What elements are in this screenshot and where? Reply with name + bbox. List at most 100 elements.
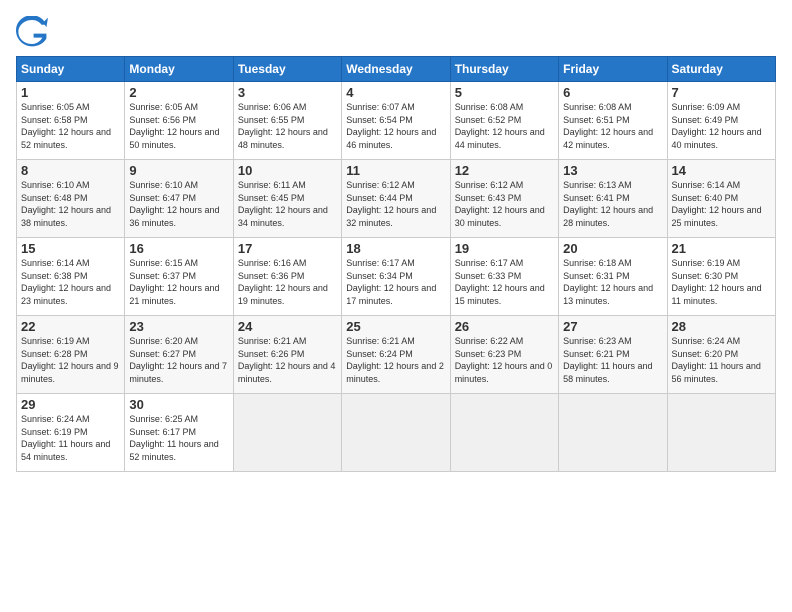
calendar-header-saturday: Saturday xyxy=(667,57,775,82)
day-info: Sunrise: 6:14 AMSunset: 6:38 PMDaylight:… xyxy=(21,258,111,306)
day-info: Sunrise: 6:17 AMSunset: 6:34 PMDaylight:… xyxy=(346,258,436,306)
day-number: 19 xyxy=(455,241,554,256)
day-number: 17 xyxy=(238,241,337,256)
calendar-cell: 24 Sunrise: 6:21 AMSunset: 6:26 PMDaylig… xyxy=(233,316,341,394)
calendar-header-friday: Friday xyxy=(559,57,667,82)
day-number: 21 xyxy=(672,241,771,256)
day-number: 9 xyxy=(129,163,228,178)
header xyxy=(16,16,776,48)
calendar-cell xyxy=(667,394,775,472)
calendar-cell: 6 Sunrise: 6:08 AMSunset: 6:51 PMDayligh… xyxy=(559,82,667,160)
day-info: Sunrise: 6:24 AMSunset: 6:20 PMDaylight:… xyxy=(672,336,761,384)
calendar-cell: 2 Sunrise: 6:05 AMSunset: 6:56 PMDayligh… xyxy=(125,82,233,160)
day-number: 23 xyxy=(129,319,228,334)
day-number: 22 xyxy=(21,319,120,334)
day-info: Sunrise: 6:10 AMSunset: 6:47 PMDaylight:… xyxy=(129,180,219,228)
day-number: 11 xyxy=(346,163,445,178)
day-number: 27 xyxy=(563,319,662,334)
day-info: Sunrise: 6:19 AMSunset: 6:28 PMDaylight:… xyxy=(21,336,119,384)
day-info: Sunrise: 6:19 AMSunset: 6:30 PMDaylight:… xyxy=(672,258,762,306)
calendar-cell: 11 Sunrise: 6:12 AMSunset: 6:44 PMDaylig… xyxy=(342,160,450,238)
calendar-cell: 27 Sunrise: 6:23 AMSunset: 6:21 PMDaylig… xyxy=(559,316,667,394)
day-info: Sunrise: 6:23 AMSunset: 6:21 PMDaylight:… xyxy=(563,336,652,384)
calendar-cell xyxy=(342,394,450,472)
day-info: Sunrise: 6:12 AMSunset: 6:43 PMDaylight:… xyxy=(455,180,545,228)
logo-icon xyxy=(16,16,48,48)
calendar-cell: 5 Sunrise: 6:08 AMSunset: 6:52 PMDayligh… xyxy=(450,82,558,160)
day-number: 16 xyxy=(129,241,228,256)
calendar-cell: 30 Sunrise: 6:25 AMSunset: 6:17 PMDaylig… xyxy=(125,394,233,472)
day-info: Sunrise: 6:05 AMSunset: 6:56 PMDaylight:… xyxy=(129,102,219,150)
day-number: 29 xyxy=(21,397,120,412)
day-info: Sunrise: 6:14 AMSunset: 6:40 PMDaylight:… xyxy=(672,180,762,228)
day-info: Sunrise: 6:11 AMSunset: 6:45 PMDaylight:… xyxy=(238,180,328,228)
day-number: 28 xyxy=(672,319,771,334)
day-info: Sunrise: 6:15 AMSunset: 6:37 PMDaylight:… xyxy=(129,258,219,306)
calendar-cell: 7 Sunrise: 6:09 AMSunset: 6:49 PMDayligh… xyxy=(667,82,775,160)
calendar-table: SundayMondayTuesdayWednesdayThursdayFrid… xyxy=(16,56,776,472)
calendar-cell: 4 Sunrise: 6:07 AMSunset: 6:54 PMDayligh… xyxy=(342,82,450,160)
day-info: Sunrise: 6:16 AMSunset: 6:36 PMDaylight:… xyxy=(238,258,328,306)
day-number: 13 xyxy=(563,163,662,178)
day-number: 26 xyxy=(455,319,554,334)
day-number: 2 xyxy=(129,85,228,100)
calendar-cell: 13 Sunrise: 6:13 AMSunset: 6:41 PMDaylig… xyxy=(559,160,667,238)
day-number: 4 xyxy=(346,85,445,100)
day-info: Sunrise: 6:18 AMSunset: 6:31 PMDaylight:… xyxy=(563,258,653,306)
day-info: Sunrise: 6:21 AMSunset: 6:26 PMDaylight:… xyxy=(238,336,336,384)
day-info: Sunrise: 6:09 AMSunset: 6:49 PMDaylight:… xyxy=(672,102,762,150)
day-info: Sunrise: 6:13 AMSunset: 6:41 PMDaylight:… xyxy=(563,180,653,228)
day-number: 5 xyxy=(455,85,554,100)
calendar-header-row: SundayMondayTuesdayWednesdayThursdayFrid… xyxy=(17,57,776,82)
day-number: 8 xyxy=(21,163,120,178)
day-number: 15 xyxy=(21,241,120,256)
logo xyxy=(16,16,52,48)
calendar-cell: 16 Sunrise: 6:15 AMSunset: 6:37 PMDaylig… xyxy=(125,238,233,316)
calendar-cell: 25 Sunrise: 6:21 AMSunset: 6:24 PMDaylig… xyxy=(342,316,450,394)
calendar-body: 1 Sunrise: 6:05 AMSunset: 6:58 PMDayligh… xyxy=(17,82,776,472)
day-number: 3 xyxy=(238,85,337,100)
day-number: 12 xyxy=(455,163,554,178)
day-info: Sunrise: 6:17 AMSunset: 6:33 PMDaylight:… xyxy=(455,258,545,306)
calendar-week-1: 1 Sunrise: 6:05 AMSunset: 6:58 PMDayligh… xyxy=(17,82,776,160)
calendar-cell: 8 Sunrise: 6:10 AMSunset: 6:48 PMDayligh… xyxy=(17,160,125,238)
calendar-week-4: 22 Sunrise: 6:19 AMSunset: 6:28 PMDaylig… xyxy=(17,316,776,394)
calendar-week-3: 15 Sunrise: 6:14 AMSunset: 6:38 PMDaylig… xyxy=(17,238,776,316)
day-info: Sunrise: 6:07 AMSunset: 6:54 PMDaylight:… xyxy=(346,102,436,150)
day-info: Sunrise: 6:08 AMSunset: 6:51 PMDaylight:… xyxy=(563,102,653,150)
calendar-cell xyxy=(233,394,341,472)
calendar-cell: 1 Sunrise: 6:05 AMSunset: 6:58 PMDayligh… xyxy=(17,82,125,160)
day-number: 6 xyxy=(563,85,662,100)
calendar-cell: 23 Sunrise: 6:20 AMSunset: 6:27 PMDaylig… xyxy=(125,316,233,394)
calendar-cell: 20 Sunrise: 6:18 AMSunset: 6:31 PMDaylig… xyxy=(559,238,667,316)
day-info: Sunrise: 6:05 AMSunset: 6:58 PMDaylight:… xyxy=(21,102,111,150)
calendar-header-thursday: Thursday xyxy=(450,57,558,82)
calendar-cell: 14 Sunrise: 6:14 AMSunset: 6:40 PMDaylig… xyxy=(667,160,775,238)
calendar-header-tuesday: Tuesday xyxy=(233,57,341,82)
day-number: 1 xyxy=(21,85,120,100)
calendar-cell: 22 Sunrise: 6:19 AMSunset: 6:28 PMDaylig… xyxy=(17,316,125,394)
calendar-cell: 29 Sunrise: 6:24 AMSunset: 6:19 PMDaylig… xyxy=(17,394,125,472)
day-number: 20 xyxy=(563,241,662,256)
page-container: SundayMondayTuesdayWednesdayThursdayFrid… xyxy=(0,0,792,480)
calendar-header-sunday: Sunday xyxy=(17,57,125,82)
day-number: 25 xyxy=(346,319,445,334)
calendar-cell: 18 Sunrise: 6:17 AMSunset: 6:34 PMDaylig… xyxy=(342,238,450,316)
day-number: 24 xyxy=(238,319,337,334)
day-info: Sunrise: 6:20 AMSunset: 6:27 PMDaylight:… xyxy=(129,336,227,384)
calendar-cell xyxy=(559,394,667,472)
calendar-cell: 12 Sunrise: 6:12 AMSunset: 6:43 PMDaylig… xyxy=(450,160,558,238)
day-number: 30 xyxy=(129,397,228,412)
day-info: Sunrise: 6:22 AMSunset: 6:23 PMDaylight:… xyxy=(455,336,553,384)
calendar-cell: 21 Sunrise: 6:19 AMSunset: 6:30 PMDaylig… xyxy=(667,238,775,316)
calendar-cell xyxy=(450,394,558,472)
day-info: Sunrise: 6:25 AMSunset: 6:17 PMDaylight:… xyxy=(129,414,218,462)
day-info: Sunrise: 6:08 AMSunset: 6:52 PMDaylight:… xyxy=(455,102,545,150)
day-number: 7 xyxy=(672,85,771,100)
calendar-cell: 15 Sunrise: 6:14 AMSunset: 6:38 PMDaylig… xyxy=(17,238,125,316)
calendar-cell: 17 Sunrise: 6:16 AMSunset: 6:36 PMDaylig… xyxy=(233,238,341,316)
calendar-week-2: 8 Sunrise: 6:10 AMSunset: 6:48 PMDayligh… xyxy=(17,160,776,238)
day-info: Sunrise: 6:12 AMSunset: 6:44 PMDaylight:… xyxy=(346,180,436,228)
calendar-cell: 19 Sunrise: 6:17 AMSunset: 6:33 PMDaylig… xyxy=(450,238,558,316)
calendar-cell: 26 Sunrise: 6:22 AMSunset: 6:23 PMDaylig… xyxy=(450,316,558,394)
